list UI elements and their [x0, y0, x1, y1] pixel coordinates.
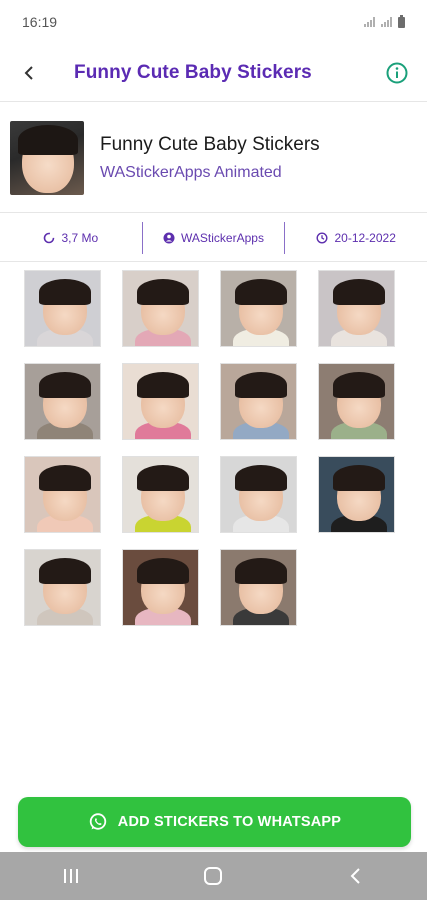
sticker-baby-image — [39, 558, 91, 614]
status-time: 16:19 — [22, 14, 58, 30]
whatsapp-icon — [89, 813, 106, 830]
app-bar: Funny Cute Baby Stickers — [0, 44, 427, 102]
sticker-item[interactable] — [318, 270, 395, 347]
sticker-baby-image — [39, 279, 91, 335]
sticker-pack-screen: 16:19 Funny Cute Baby Stickers Funny Cut… — [0, 0, 427, 900]
nav-back-icon — [350, 868, 360, 884]
signal-icon-2 — [381, 17, 392, 27]
pack-tray-image — [10, 120, 84, 195]
sticker-baby-image — [39, 465, 91, 521]
add-button-label: ADD STICKERS TO WHATSAPP — [117, 814, 342, 830]
sticker-item[interactable] — [122, 270, 199, 347]
sticker-baby-image — [137, 558, 189, 614]
sticker-baby-image — [137, 465, 189, 521]
pack-publisher: WAStickerApps Animated — [100, 163, 282, 181]
info-icon — [386, 62, 408, 83]
sticker-item[interactable] — [122, 363, 199, 440]
clock-icon — [316, 231, 328, 244]
signal-icon — [364, 17, 375, 27]
sticker-item[interactable] — [122, 456, 199, 533]
sticker-item[interactable] — [318, 456, 395, 533]
pack-date: 20-12-2022 — [284, 221, 427, 254]
person-icon — [163, 232, 175, 243]
sticker-baby-image — [333, 372, 385, 428]
pack-author: WAStickerApps — [141, 221, 285, 254]
sticker-baby-image — [333, 465, 385, 521]
recent-apps-button[interactable] — [41, 852, 101, 900]
sticker-item[interactable] — [318, 363, 395, 440]
nav-back-button[interactable] — [326, 852, 386, 900]
sticker-baby-image — [235, 465, 287, 521]
recent-apps-icon — [64, 869, 79, 883]
sticker-item[interactable] — [220, 270, 297, 347]
sticker-item[interactable] — [24, 456, 101, 533]
battery-icon — [398, 14, 405, 28]
sticker-item[interactable] — [24, 549, 101, 626]
sticker-item[interactable] — [24, 270, 101, 347]
status-icons — [364, 14, 405, 28]
sticker-baby-image — [333, 279, 385, 335]
sticker-baby-image — [235, 279, 287, 335]
sticker-item[interactable] — [220, 363, 297, 440]
sticker-item[interactable] — [220, 549, 297, 626]
sticker-baby-image — [137, 279, 189, 335]
sticker-baby-image — [39, 372, 91, 428]
app-bar-title: Funny Cute Baby Stickers — [74, 61, 312, 83]
status-bar: 16:19 — [0, 0, 427, 44]
back-arrow-icon — [24, 65, 33, 80]
sticker-grid — [24, 270, 404, 626]
pack-name: Funny Cute Baby Stickers — [100, 133, 320, 155]
sticker-item[interactable] — [220, 456, 297, 533]
pack-size: 3,7 Mo — [0, 222, 142, 254]
sticker-baby-image — [235, 372, 287, 428]
pack-date-label: 20-12-2022 — [334, 230, 396, 245]
pack-header: Funny Cute Baby Stickers WAStickerApps A… — [0, 103, 427, 213]
pack-author-label: WAStickerApps — [181, 230, 264, 245]
pack-size-label: 3,7 Mo — [61, 230, 99, 245]
pack-info: Funny Cute Baby Stickers WAStickerApps A… — [100, 134, 320, 182]
back-button[interactable] — [0, 44, 60, 102]
loading-circle-icon — [44, 232, 55, 243]
home-icon — [204, 867, 223, 885]
sticker-item[interactable] — [122, 549, 199, 626]
sticker-baby-image — [235, 558, 287, 614]
sticker-item[interactable] — [24, 363, 101, 440]
pack-meta-row: 3,7 Mo WAStickerApps 20-12-2022 — [0, 214, 427, 262]
home-button[interactable] — [183, 852, 243, 900]
info-button[interactable] — [367, 44, 427, 102]
system-nav-bar — [0, 852, 427, 900]
add-to-whatsapp-button[interactable]: ADD STICKERS TO WHATSAPP — [18, 797, 411, 847]
sticker-baby-image — [137, 372, 189, 428]
